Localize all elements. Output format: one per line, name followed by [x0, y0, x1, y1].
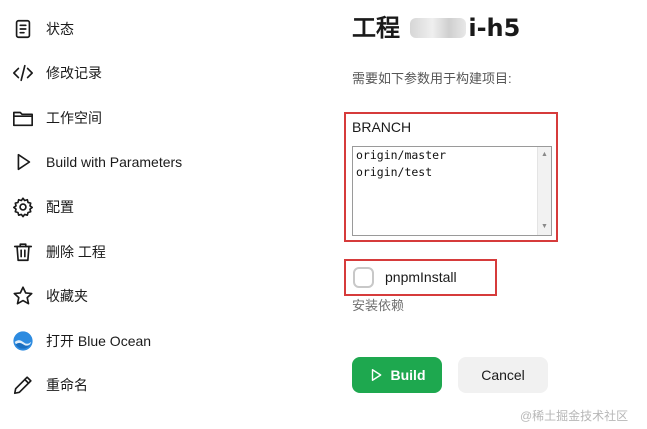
folder-icon — [11, 106, 35, 130]
play-icon — [11, 150, 35, 174]
cancel-button-label: Cancel — [481, 367, 525, 383]
branch-select[interactable]: origin/master origin/test ▲ ▼ — [352, 146, 552, 236]
sidebar-item-build-with-parameters[interactable]: Build with Parameters — [0, 144, 300, 180]
sidebar-item-label: 重命名 — [46, 377, 88, 393]
gear-icon — [11, 195, 35, 219]
blue-ocean-icon — [11, 329, 35, 353]
sidebar-item-status[interactable]: 状态 — [0, 11, 300, 47]
sidebar-item-favorites[interactable]: 收藏夹 — [0, 278, 300, 314]
scroll-down-icon[interactable]: ▼ — [541, 223, 548, 231]
sidebar-item-label: 修改记录 — [46, 65, 102, 81]
page-title-prefix: 工程 — [352, 14, 400, 42]
sidebar-item-label: 状态 — [46, 21, 74, 37]
sidebar-item-label: 配置 — [46, 199, 74, 215]
pnpm-install-checkbox[interactable] — [353, 267, 374, 288]
code-icon — [11, 61, 35, 85]
sidebar-item-rename[interactable]: 重命名 — [0, 367, 300, 403]
sidebar-item-label: 工作空间 — [46, 110, 102, 126]
sidebar: 状态 修改记录 工作空间 Build with Parameters 配置 删除… — [0, 0, 330, 429]
page-title-suffix: i-h5 — [468, 14, 521, 42]
pnpm-install-label[interactable]: pnpmInstall — [385, 269, 457, 285]
sidebar-item-changes[interactable]: 修改记录 — [0, 55, 300, 91]
trash-icon — [11, 240, 35, 264]
watermark: @稀土掘金技术社区 — [520, 409, 629, 423]
pnpm-install-description: 安装依赖 — [352, 298, 405, 313]
sidebar-item-label: 收藏夹 — [46, 288, 88, 304]
cancel-button[interactable]: Cancel — [458, 357, 548, 393]
sidebar-item-delete-project[interactable]: 删除 工程 — [0, 234, 300, 270]
sidebar-item-label: 删除 工程 — [46, 244, 106, 260]
sidebar-item-label: Build with Parameters — [46, 154, 183, 170]
branch-select-scrollbar[interactable]: ▲ ▼ — [537, 147, 551, 235]
redacted-project-name — [410, 18, 467, 38]
branch-option[interactable]: origin/test — [353, 164, 551, 181]
parameters-intro: 需要如下参数用于构建项目: — [352, 71, 512, 86]
star-icon — [11, 284, 35, 308]
document-icon — [11, 17, 35, 41]
play-icon — [369, 368, 383, 382]
branch-option[interactable]: origin/master — [353, 147, 551, 164]
build-button[interactable]: Build — [352, 357, 442, 393]
sidebar-item-workspace[interactable]: 工作空间 — [0, 100, 300, 136]
sidebar-item-label: 打开 Blue Ocean — [46, 333, 152, 349]
build-button-label: Build — [390, 367, 426, 383]
sidebar-item-blue-ocean[interactable]: 打开 Blue Ocean — [0, 323, 300, 359]
scroll-up-icon[interactable]: ▲ — [541, 151, 548, 159]
sidebar-item-configure[interactable]: 配置 — [0, 189, 300, 225]
pencil-icon — [11, 373, 35, 397]
branch-label: BRANCH — [352, 119, 412, 135]
page-title: 工程 i-h5 — [352, 8, 520, 43]
